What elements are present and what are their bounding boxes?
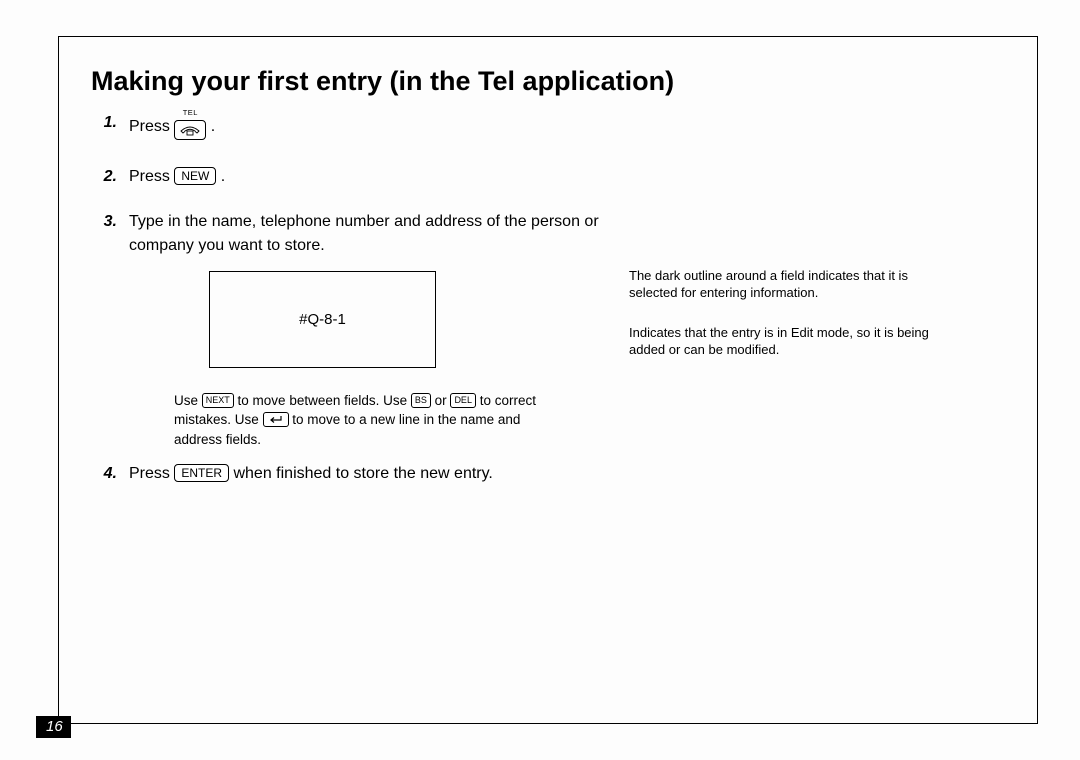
- text: to move between fields. Use: [238, 393, 411, 408]
- step-3: 3. Type in the name, telephone number an…: [89, 210, 1007, 256]
- content-area: 1. Press TEL .: [89, 111, 1007, 485]
- step-list: 1. Press TEL .: [89, 111, 1007, 256]
- text: .: [211, 119, 215, 136]
- screen-placeholder-box: #Q-8-1: [209, 271, 436, 368]
- step-4: 4. Press ENTER when finished to store th…: [89, 462, 1007, 485]
- step-number: 2.: [89, 165, 129, 188]
- step-body: Type in the name, telephone number and a…: [129, 210, 649, 256]
- side-note-1: The dark outline around a field indicate…: [629, 267, 959, 302]
- section-title: Making your first entry (in the Tel appl…: [91, 65, 1007, 97]
- spacer: [89, 149, 1007, 159]
- illustration-area: #Q-8-1 The dark outline around a field i…: [89, 271, 1007, 456]
- page-frame: Making your first entry (in the Tel appl…: [58, 36, 1038, 724]
- text: Use: [174, 393, 202, 408]
- phone-icon: [174, 120, 206, 140]
- step-number: 1.: [89, 111, 129, 134]
- step-body: Press NEW .: [129, 165, 649, 188]
- side-note-2: Indicates that the entry is in Edit mode…: [629, 324, 959, 359]
- text: or: [435, 393, 451, 408]
- text: Press: [129, 119, 174, 136]
- step-number: 3.: [89, 210, 129, 233]
- spacer: [89, 194, 1007, 204]
- step-body: Press TEL .: [129, 111, 649, 143]
- text: Press: [129, 168, 174, 185]
- text: when finished to store the new entry.: [233, 465, 492, 482]
- tel-key-label: TEL: [183, 108, 198, 119]
- step-number: 4.: [89, 462, 129, 485]
- enter-key: ENTER: [174, 464, 229, 482]
- return-key-icon: [263, 412, 289, 427]
- bs-key: BS: [411, 393, 431, 408]
- usage-note: Use NEXT to move between fields. Use BS …: [174, 391, 554, 450]
- text: .: [221, 168, 225, 185]
- step-body: Press ENTER when finished to store the n…: [129, 462, 649, 485]
- tel-key: TEL: [174, 108, 206, 140]
- screen-placeholder-text: #Q-8-1: [299, 311, 346, 328]
- new-key: NEW: [174, 167, 216, 185]
- side-notes: The dark outline around a field indicate…: [629, 267, 959, 381]
- step-2: 2. Press NEW .: [89, 165, 1007, 188]
- next-key: NEXT: [202, 393, 234, 408]
- step-list-continued: 4. Press ENTER when finished to store th…: [89, 462, 1007, 485]
- step-1: 1. Press TEL .: [89, 111, 1007, 143]
- page-number: 16: [36, 716, 71, 738]
- manual-page: Making your first entry (in the Tel appl…: [0, 0, 1080, 760]
- text: Press: [129, 465, 174, 482]
- del-key: DEL: [450, 393, 476, 408]
